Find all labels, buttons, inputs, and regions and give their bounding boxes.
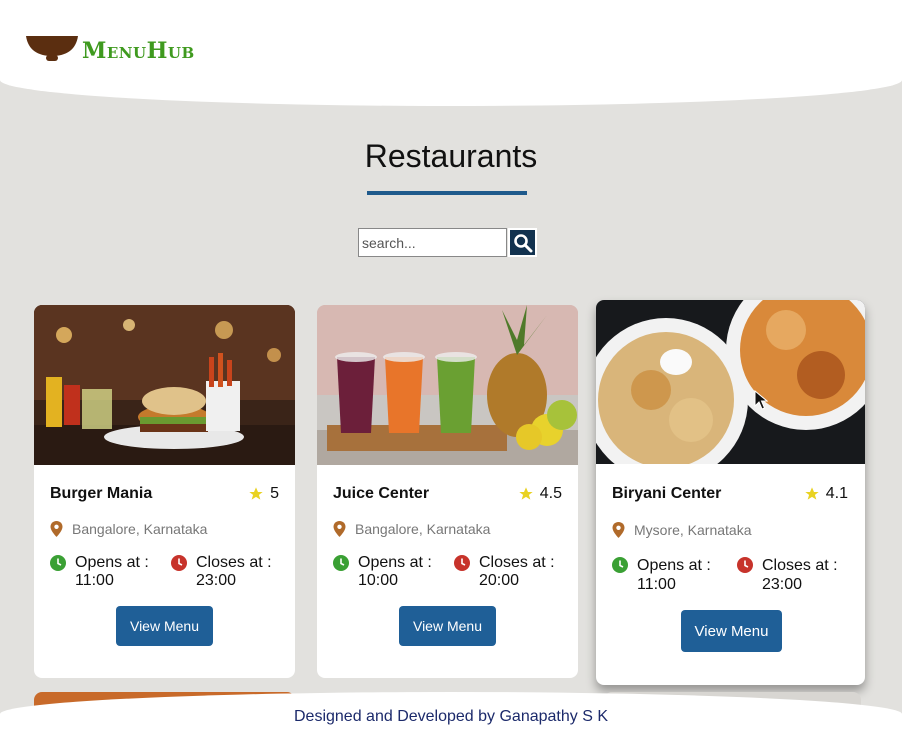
location-pin-icon: [333, 521, 346, 537]
opens-time: 11:00: [75, 572, 114, 589]
location-text: Bangalore, Karnataka: [355, 521, 491, 537]
rating-value: 4.1: [825, 485, 848, 502]
restaurant-image-biryani: [596, 300, 865, 464]
search-icon: [513, 233, 532, 252]
star-icon: [249, 487, 263, 500]
closing-time: Closes at :23:00: [171, 554, 272, 590]
restaurant-image-burger: [34, 305, 295, 465]
title-underline: [367, 191, 527, 195]
view-menu-button[interactable]: View Menu: [116, 606, 213, 646]
rating: 4.5: [518, 485, 562, 503]
mouse-cursor-icon: [754, 390, 768, 410]
restaurant-name: Juice Center: [333, 485, 430, 502]
location-text: Mysore, Karnataka: [634, 522, 752, 538]
restaurant-image-juice: [317, 305, 578, 465]
location: Mysore, Karnataka: [612, 522, 752, 538]
bowl-icon: [26, 36, 78, 61]
closes-label: Closes at :: [762, 557, 838, 574]
rating-value: 4.5: [539, 485, 562, 502]
rating: 5: [248, 485, 279, 503]
closes-label: Closes at :: [196, 554, 272, 571]
rating-value: 5: [270, 485, 279, 502]
location-pin-icon: [612, 522, 625, 538]
closes-time: 23:00: [762, 576, 803, 593]
clock-red-icon: [737, 557, 753, 573]
location: Bangalore, Karnataka: [50, 521, 207, 537]
view-menu-button[interactable]: View Menu: [399, 606, 496, 646]
view-menu-button[interactable]: View Menu: [681, 610, 782, 652]
opens-time: 10:00: [358, 572, 399, 589]
opens-label: Opens at :: [358, 554, 432, 571]
search-bar: [358, 228, 537, 257]
opening-time: Opens at :11:00: [50, 554, 149, 590]
clock-green-icon: [50, 555, 66, 571]
search-input[interactable]: [358, 228, 507, 257]
star-icon: [805, 487, 819, 500]
footer: Designed and Developed by Ganapathy S K: [0, 692, 902, 737]
header: MenuHub: [0, 0, 902, 106]
opens-label: Opens at :: [637, 557, 711, 574]
opens-label: Opens at :: [75, 554, 149, 571]
rating: 4.1: [804, 485, 848, 503]
clock-red-icon: [171, 555, 187, 571]
restaurant-card: Burger Mania 5 Bangalore, Karnataka Open…: [34, 305, 295, 678]
search-button[interactable]: [508, 228, 537, 257]
page-title: Restaurants: [364, 138, 538, 174]
opening-time: Opens at :10:00: [333, 554, 432, 590]
closes-label: Closes at :: [479, 554, 555, 571]
clock-green-icon: [333, 555, 349, 571]
closes-time: 23:00: [196, 572, 237, 589]
restaurant-card: Biryani Center 4.1 Mysore, Karnataka Ope…: [596, 300, 865, 685]
closes-time: 20:00: [479, 572, 520, 589]
clock-green-icon: [612, 557, 628, 573]
restaurant-name: Biryani Center: [612, 485, 722, 502]
logo[interactable]: MenuHub: [26, 34, 195, 64]
star-icon: [519, 487, 533, 500]
closing-time: Closes at :20:00: [454, 554, 555, 590]
location-text: Bangalore, Karnataka: [72, 521, 208, 537]
location: Bangalore, Karnataka: [333, 521, 490, 537]
footer-credit: Designed and Developed by Ganapathy S K: [294, 708, 608, 725]
logo-text: MenuHub: [82, 38, 195, 64]
restaurant-card: Juice Center 4.5 Bangalore, Karnataka Op…: [317, 305, 578, 678]
opens-time: 11:00: [637, 576, 676, 593]
opening-time: Opens at : 11:00: [612, 556, 711, 594]
restaurant-name: Burger Mania: [50, 485, 153, 502]
clock-red-icon: [454, 555, 470, 571]
closing-time: Closes at : 23:00: [737, 556, 838, 594]
location-pin-icon: [50, 521, 63, 537]
